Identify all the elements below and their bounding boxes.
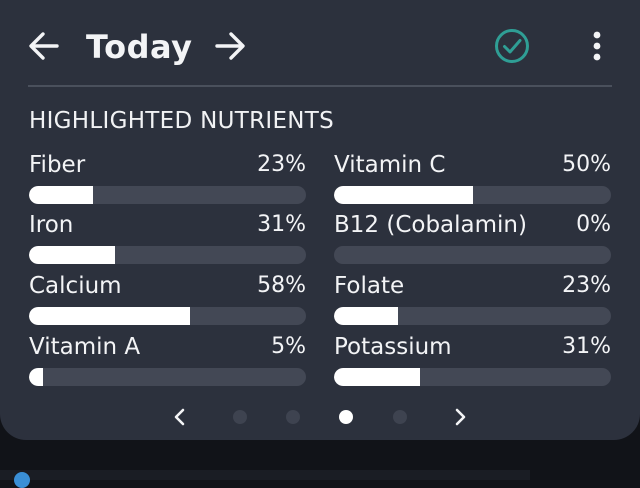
- nutrient-name: Fiber: [29, 152, 86, 178]
- nutrient-item: Vitamin C 50%: [334, 150, 611, 204]
- nutrient-progress-track: [29, 368, 306, 386]
- nutrients-card: Today HIGHLIGHTED NUTRIENTS Fiber 23% Vi…: [0, 0, 640, 440]
- nutrient-progress-track: [334, 307, 611, 325]
- nutrient-percent: 50%: [562, 152, 611, 177]
- nutrient-item: Potassium 31%: [334, 332, 611, 386]
- nutrient-progress-fill: [29, 307, 190, 325]
- chevron-right-icon: [455, 408, 466, 426]
- nutrient-name: Calcium: [29, 273, 122, 299]
- nutrient-progress-fill: [334, 368, 420, 386]
- section-title: HIGHLIGHTED NUTRIENTS: [29, 108, 335, 134]
- page-dot[interactable]: [233, 410, 247, 424]
- nutrient-item: B12 (Cobalamin) 0%: [334, 210, 611, 264]
- nutrient-progress-track: [334, 186, 611, 204]
- nutrient-name: Potassium: [334, 334, 452, 360]
- nutrient-percent: 31%: [257, 212, 306, 237]
- nutrient-item: Folate 23%: [334, 271, 611, 325]
- nutrient-name: Iron: [29, 212, 74, 238]
- nutrient-percent: 58%: [257, 273, 306, 298]
- nutrient-progress-track: [334, 368, 611, 386]
- nutrient-progress-track: [29, 246, 306, 264]
- nutrient-percent: 31%: [562, 334, 611, 359]
- nutrient-percent: 5%: [271, 334, 306, 359]
- page-title: Today: [86, 28, 193, 66]
- nutrient-progress-fill: [334, 186, 473, 204]
- next-day-button[interactable]: [210, 26, 250, 66]
- nutrient-name: Vitamin C: [334, 152, 446, 178]
- check-circle-icon: [495, 29, 529, 63]
- nutrient-item: Vitamin A 5%: [29, 332, 306, 386]
- nutrient-name: Folate: [334, 273, 405, 299]
- nutrient-item: Calcium 58%: [29, 271, 306, 325]
- nutrient-progress-fill: [29, 368, 43, 386]
- date-header: Today: [0, 0, 640, 86]
- chevron-left-icon: [174, 408, 185, 426]
- page-indicator: [0, 400, 640, 434]
- arrow-left-icon: [29, 32, 59, 60]
- page-dot[interactable]: [286, 410, 300, 424]
- more-options-button[interactable]: [584, 26, 610, 66]
- previous-day-button[interactable]: [24, 26, 64, 66]
- next-card-peek: [0, 470, 530, 480]
- page-dot[interactable]: [393, 410, 407, 424]
- nutrient-item: Fiber 23%: [29, 150, 306, 204]
- nutrient-item: Iron 31%: [29, 210, 306, 264]
- page-dot-active[interactable]: [339, 410, 353, 424]
- nutrient-percent: 23%: [562, 273, 611, 298]
- nutrient-progress-track: [334, 246, 611, 264]
- nutrient-progress-track: [29, 307, 306, 325]
- nutrient-progress-fill: [334, 307, 398, 325]
- nutrient-progress-fill: [29, 246, 115, 264]
- nutrient-percent: 23%: [257, 152, 306, 177]
- header-divider: [28, 85, 612, 87]
- arrow-right-icon: [215, 32, 245, 60]
- more-vertical-icon: [593, 31, 601, 61]
- nutrient-name: B12 (Cobalamin): [334, 212, 527, 238]
- nutrient-percent: 0%: [576, 212, 611, 237]
- app-icon: [14, 472, 30, 488]
- nutrient-progress-track: [29, 186, 306, 204]
- previous-page-button[interactable]: [167, 404, 193, 430]
- mark-complete-button[interactable]: [490, 26, 534, 66]
- nutrient-progress-fill: [29, 186, 93, 204]
- nutrient-name: Vitamin A: [29, 334, 141, 360]
- next-page-button[interactable]: [447, 404, 473, 430]
